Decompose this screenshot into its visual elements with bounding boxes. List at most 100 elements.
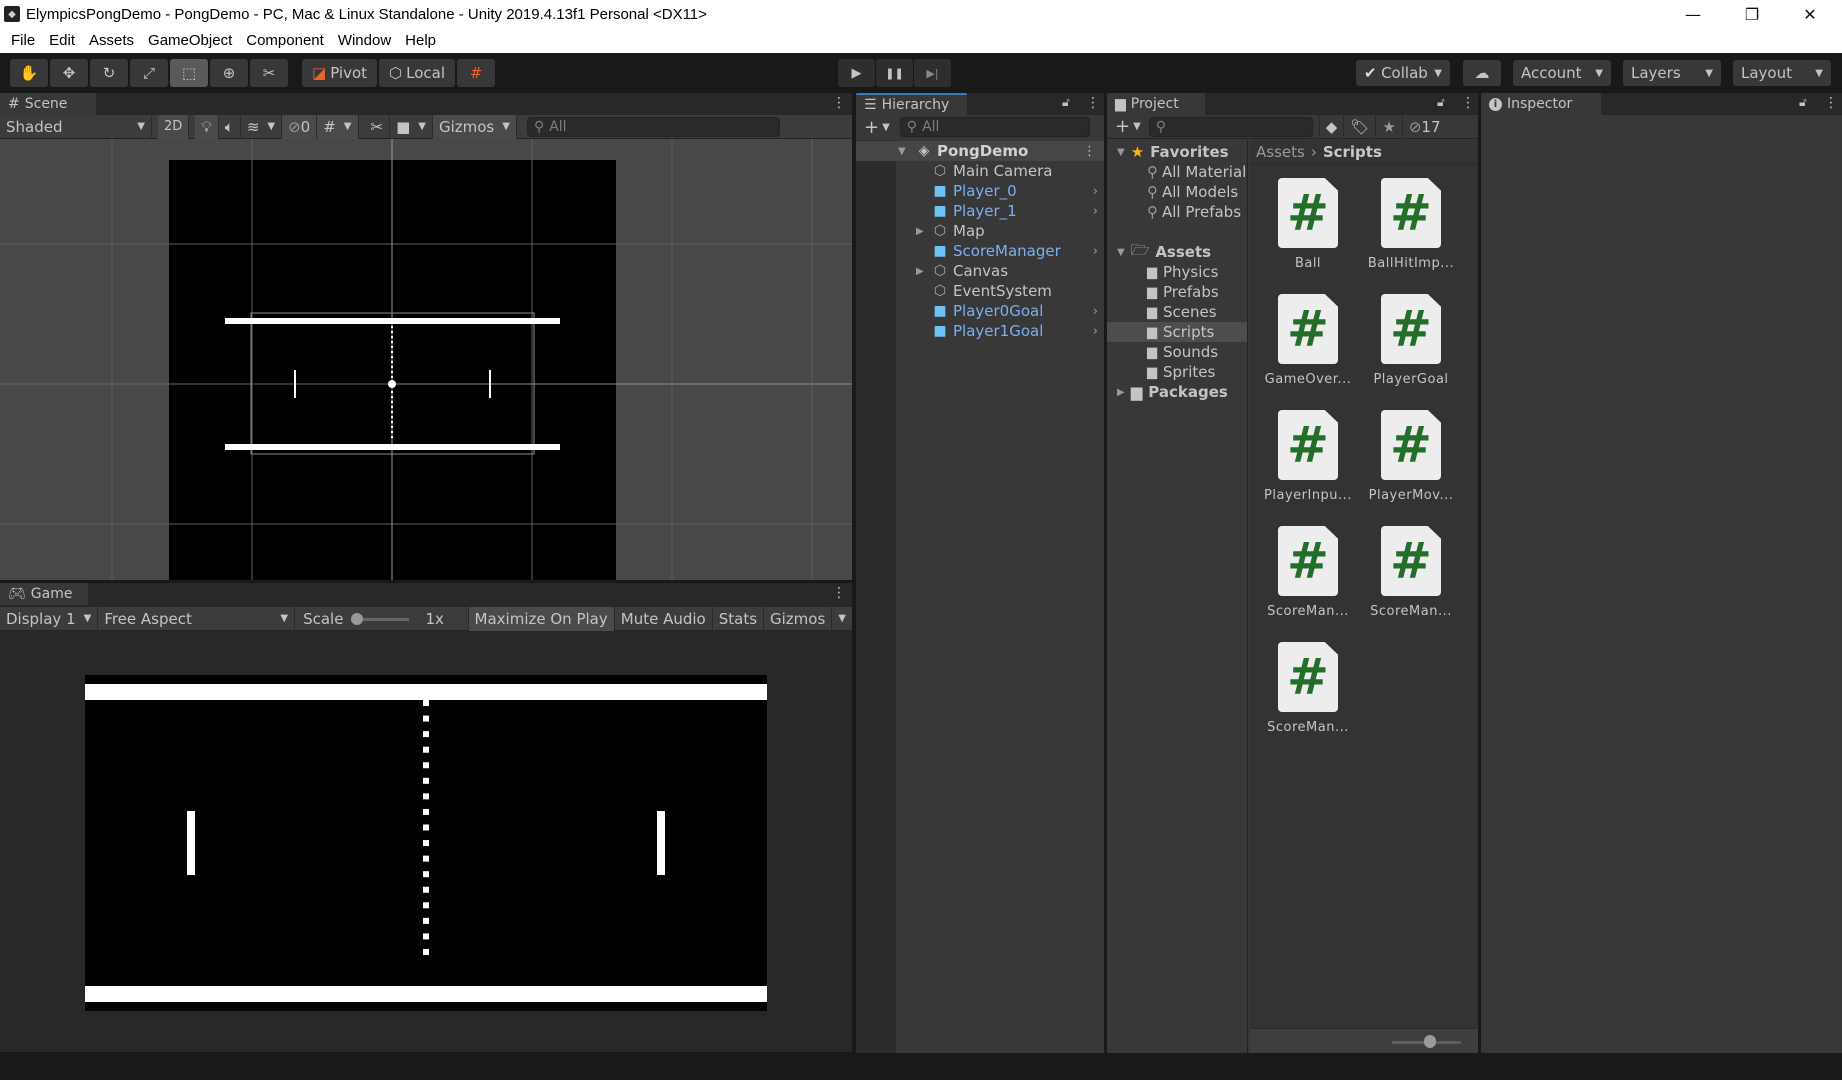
hierarchy-item[interactable]: ⬡ Main Camera <box>856 161 1104 181</box>
hierarchy-search-input[interactable]: ⚲ All <box>899 117 1090 137</box>
script-asset[interactable]: # ScoreMan... <box>1258 526 1358 619</box>
game-viewport[interactable] <box>0 632 852 1052</box>
chevron-right-icon[interactable]: › <box>1093 204 1098 219</box>
lock-icon[interactable]: 🔓︎ <box>1799 95 1807 110</box>
chevron-right-icon[interactable]: › <box>1093 184 1098 199</box>
hierarchy-item[interactable]: ■ Player1Goal › <box>856 321 1104 341</box>
menu-window[interactable]: Window <box>331 32 398 49</box>
lock-icon[interactable]: 🔓︎ <box>1437 95 1445 110</box>
tab-game[interactable]: 🎮︎ Game <box>0 583 88 605</box>
filter-by-label-button[interactable]: 🏷︎ <box>1344 114 1377 139</box>
audio-toggle[interactable]: 🔈︎ <box>219 114 241 139</box>
stats-toggle[interactable]: Stats <box>713 606 765 631</box>
bottom-wall[interactable] <box>225 444 560 450</box>
move-tool-button[interactable]: ✥ <box>50 59 88 87</box>
gizmos-dropdown[interactable]: Gizmos ▼ <box>432 114 517 139</box>
aspect-dropdown[interactable]: Free Aspect ▼ <box>98 606 296 631</box>
asset-folder-item[interactable]: ▆ Sounds <box>1107 342 1218 362</box>
pause-button[interactable]: ❚❚ <box>876 59 913 87</box>
script-asset[interactable]: # PlayerMov... <box>1361 410 1461 503</box>
shading-mode-dropdown[interactable]: Shaded ▼ <box>0 114 152 139</box>
tab-inspector[interactable]: i Inspector <box>1481 93 1601 115</box>
script-asset[interactable]: # PlayerInpu... <box>1258 410 1358 503</box>
foldout-closed-icon[interactable]: ▶ <box>916 266 924 277</box>
script-asset[interactable]: # ScoreMan... <box>1258 642 1358 735</box>
display-dropdown[interactable]: Display 1 ▼ <box>0 606 99 631</box>
2d-toggle[interactable]: 2D <box>158 114 190 139</box>
asset-folder-item[interactable]: ▆ Prefabs <box>1107 282 1219 302</box>
restore-button[interactable]: ❐ <box>1723 0 1781 28</box>
gizmos-toggle[interactable]: Gizmos <box>764 606 833 631</box>
hierarchy-item[interactable]: ■ Player_1 › <box>856 201 1104 221</box>
scale-slider[interactable] <box>351 612 410 625</box>
filter-by-type-button[interactable]: ◆ <box>1318 114 1345 139</box>
hidden-packages-toggle[interactable]: ⊘ 17 <box>1403 115 1447 139</box>
script-asset[interactable]: # PlayerGoal <box>1361 294 1461 387</box>
cloud-button[interactable]: ☁ <box>1463 60 1501 86</box>
create-button[interactable]: + ▼ <box>856 115 898 139</box>
layout-dropdown[interactable]: Layout ▼ <box>1733 60 1831 86</box>
menu-assets[interactable]: Assets <box>82 32 141 49</box>
hierarchy-item[interactable]: ■ ScoreManager › <box>856 241 1104 261</box>
menu-file[interactable]: File <box>4 32 42 49</box>
tab-hierarchy[interactable]: ☰ Hierarchy <box>856 93 967 115</box>
hierarchy-item[interactable]: ⬡ EventSystem <box>856 281 1104 301</box>
player-1-paddle[interactable] <box>489 370 491 398</box>
scene-root-row[interactable]: ▼ ◈ PongDemo ⋮ <box>856 141 1104 161</box>
play-button[interactable]: ▶ <box>838 59 875 87</box>
step-button[interactable]: ▶| <box>914 59 951 87</box>
favorite-all-models[interactable]: ⚲ All Models <box>1147 182 1238 202</box>
script-asset[interactable]: # GameOver... <box>1258 294 1358 387</box>
chevron-right-icon[interactable]: › <box>1093 304 1098 319</box>
menu-edit[interactable]: Edit <box>42 32 82 49</box>
custom-tool-button[interactable]: ✂ <box>250 59 288 87</box>
lock-icon[interactable]: 🔓︎ <box>1062 95 1070 110</box>
effects-dropdown[interactable]: ≋ ▼ <box>241 114 283 139</box>
assets-root[interactable]: ▼ 🗁︎ Assets <box>1107 241 1211 262</box>
minimize-button[interactable]: — <box>1664 0 1722 28</box>
close-button[interactable]: ✕ <box>1781 0 1839 28</box>
gizmos-dropdown-arrow[interactable]: ▼ <box>832 607 852 631</box>
hand-tool-button[interactable]: ✋ <box>10 59 48 87</box>
kebab-menu-icon[interactable]: ⋮ <box>1086 95 1100 111</box>
kebab-menu-icon[interactable]: ⋮ <box>1461 95 1475 111</box>
account-dropdown[interactable]: Account ▼ <box>1513 60 1611 86</box>
pivot-toggle[interactable]: ◪ Pivot <box>302 59 378 87</box>
script-asset[interactable]: # BallHitImp... <box>1361 178 1461 271</box>
tab-project[interactable]: ▆ Project <box>1107 93 1205 115</box>
scene-search-input[interactable]: ⚲ All <box>526 116 780 137</box>
tab-scene[interactable]: # Scene <box>0 93 96 115</box>
packages-root[interactable]: ▶ ▆ Packages <box>1107 382 1228 402</box>
kebab-menu-icon[interactable]: ⋮ <box>832 585 846 601</box>
maximize-on-play-toggle[interactable]: Maximize On Play <box>468 606 615 631</box>
foldout-closed-icon[interactable]: ▶ <box>916 226 924 237</box>
menu-component[interactable]: Component <box>239 32 331 49</box>
grid-dropdown[interactable]: # ▼ <box>317 114 359 139</box>
game-canvas[interactable] <box>0 632 852 1052</box>
script-asset[interactable]: # Ball <box>1258 178 1358 271</box>
scene-viewport[interactable] <box>0 139 852 580</box>
hierarchy-item[interactable]: ■ Player_0 › <box>856 181 1104 201</box>
kebab-menu-icon[interactable]: ⋮ <box>832 95 846 111</box>
hierarchy-item[interactable]: ▶ ⬡ Canvas <box>856 261 1104 281</box>
scene-canvas[interactable] <box>0 139 852 580</box>
breadcrumb-assets[interactable]: Assets <box>1256 143 1305 161</box>
collab-dropdown[interactable]: ✔ Collab ▼ <box>1356 60 1450 86</box>
favorite-all-prefabs[interactable]: ⚲ All Prefabs <box>1147 202 1241 222</box>
menu-gameobject[interactable]: GameObject <box>141 32 239 49</box>
scale-tool-button[interactable]: ⤢ <box>130 59 168 87</box>
chevron-right-icon[interactable]: › <box>1093 324 1098 339</box>
create-asset-button[interactable]: + ▼ <box>1107 115 1149 139</box>
favorites-filter-button[interactable]: ★ <box>1376 114 1403 139</box>
player-0-paddle[interactable] <box>294 370 296 398</box>
ball[interactable] <box>388 380 396 388</box>
snap-toggle[interactable]: # <box>457 59 496 87</box>
script-asset[interactable]: # ScoreMan... <box>1361 526 1461 619</box>
layers-dropdown[interactable]: Layers ▼ <box>1623 60 1721 86</box>
asset-folder-item[interactable]: ▆ Scripts <box>1107 322 1247 342</box>
kebab-menu-icon[interactable]: ⋮ <box>1083 144 1096 159</box>
project-search-input[interactable]: ⚲ <box>1148 116 1313 137</box>
hierarchy-item[interactable]: ■ Player0Goal › <box>856 301 1104 321</box>
transform-tool-button[interactable]: ⊕ <box>210 59 248 87</box>
asset-folder-item[interactable]: ▆ Physics <box>1107 262 1218 282</box>
